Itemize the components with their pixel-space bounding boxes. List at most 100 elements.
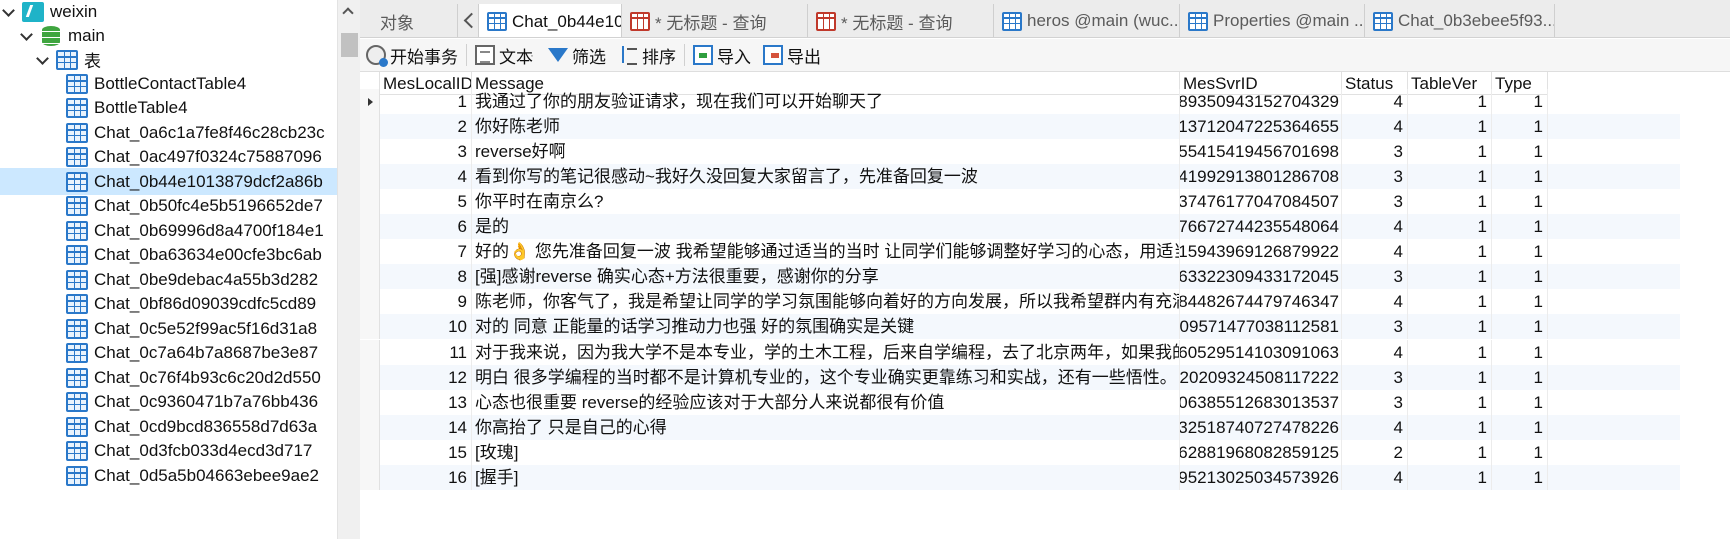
cell-status[interactable]: 2 — [1342, 439, 1408, 465]
cell-type[interactable]: 1 — [1492, 89, 1548, 114]
begin-transaction-button[interactable]: 开始事务 — [360, 40, 464, 70]
tree-item-table[interactable]: Chat_0b44e1013879dcf2a86b — [0, 168, 337, 195]
cell-ver[interactable]: 1 — [1408, 214, 1492, 240]
cell-status[interactable]: 4 — [1342, 414, 1408, 440]
table-row[interactable]: 15 [玫瑰] 462881968082859125 2 1 1 — [360, 439, 1680, 465]
cell-status[interactable]: 4 — [1342, 464, 1408, 490]
row-indicator[interactable] — [360, 289, 380, 315]
cell-svr[interactable]: 220209324508117222 — [1180, 364, 1342, 390]
cell-status[interactable]: 3 — [1342, 164, 1408, 190]
tab-scroll-left-icon[interactable] — [458, 8, 480, 34]
table-row[interactable]: 2 你好陈老师 213712047225364655 4 1 1 — [360, 114, 1680, 140]
cell-type[interactable]: 1 — [1492, 164, 1548, 190]
cell-msg[interactable]: 心态也很重要 reverse的经验应该对于大部分人来说都很有价值 — [472, 389, 1180, 415]
cell-type[interactable]: 1 — [1492, 339, 1548, 365]
table-row[interactable]: 13 心态也很重要 reverse的经验应该对于大部分人来说都很有价值 506385… — [360, 389, 1680, 415]
cell-ver[interactable]: 1 — [1408, 139, 1492, 165]
cell-svr[interactable]: 309571477038112581 — [1180, 314, 1342, 340]
row-indicator[interactable] — [360, 164, 380, 190]
cell-type[interactable]: 1 — [1492, 464, 1548, 490]
cell-svr[interactable]: 213712047225364655 — [1180, 114, 1342, 140]
cell-svr[interactable]: 576672744235548064 — [1180, 214, 1342, 240]
sort-button[interactable]: 排序 — [612, 40, 682, 70]
tab-0[interactable]: 对象 — [360, 4, 458, 37]
cell-id[interactable]: 12 — [380, 364, 472, 390]
tree-item-table[interactable]: Chat_0c9360471b7a76bb436 — [0, 389, 337, 416]
table-row[interactable]: 10 对的 同意 正能量的话学习推动力也强 好的氛围确实是关键 3095714770… — [360, 314, 1680, 340]
table-row[interactable]: 12 明白 很多学编程的当时都不是计算机专业的，这个专业确实更靠练习和实战，还有一… — [360, 364, 1680, 390]
cell-type[interactable]: 1 — [1492, 314, 1548, 340]
cell-ver[interactable]: 1 — [1408, 364, 1492, 390]
row-indicator[interactable] — [360, 464, 380, 490]
current-row-arrow-icon[interactable] — [360, 89, 380, 114]
cell-msg[interactable]: 我通过了你的朋友验证请求，现在我们可以开始聊天了 — [472, 89, 1180, 114]
cell-msg[interactable]: 是的 — [472, 214, 1180, 240]
tree-item-table[interactable]: Chat_0c5e52f99ac5f16d31a8 — [0, 315, 337, 342]
cell-id[interactable]: 16 — [380, 464, 472, 490]
cell-ver[interactable]: 1 — [1408, 239, 1492, 265]
table-row[interactable]: 8 [强]感谢reverse 确实心态+方法很重要，感谢你的分享 763322309… — [360, 264, 1680, 290]
cell-type[interactable]: 1 — [1492, 364, 1548, 390]
cell-ver[interactable]: 1 — [1408, 414, 1492, 440]
cell-id[interactable]: 5 — [380, 189, 472, 215]
cell-svr[interactable]: 184482674479746347 — [1180, 289, 1342, 315]
cell-id[interactable]: 6 — [380, 214, 472, 240]
tree-item-table[interactable]: Chat_0d5a5b04663ebee9ae2 — [0, 462, 337, 489]
cell-id[interactable]: 7 — [380, 239, 472, 265]
cell-type[interactable]: 1 — [1492, 389, 1548, 415]
cell-id[interactable]: 9 — [380, 289, 472, 315]
cell-ver[interactable]: 1 — [1408, 439, 1492, 465]
cell-svr[interactable]: 515943969126879922 — [1180, 239, 1342, 265]
row-indicator[interactable] — [360, 439, 380, 465]
cell-status[interactable]: 3 — [1342, 264, 1408, 290]
table-row[interactable]: 9 陈老师，你客气了，我是希望让同学的学习氛围能够向着好的方向发展，所以我希望群内… — [360, 289, 1680, 315]
cell-type[interactable]: 1 — [1492, 189, 1548, 215]
table-row[interactable]: 3 reverse好啊 355415419456701698 3 1 1 — [360, 139, 1680, 165]
cell-msg[interactable]: 好的👌 您先准备回复一波 我希望能够通过适当的当时 让同学们能够调整好学习的心态… — [472, 239, 1180, 265]
table-row[interactable]: 14 你高抬了 只是自己的心得 932518740727478226 4 1 1 — [360, 414, 1680, 440]
filter-button[interactable]: 筛选 — [542, 40, 612, 70]
row-indicator[interactable] — [360, 239, 380, 265]
row-indicator[interactable] — [360, 139, 380, 165]
cell-id[interactable]: 13 — [380, 389, 472, 415]
cell-ver[interactable]: 1 — [1408, 389, 1492, 415]
tab-3[interactable]: * 无标题 - 查询 — [808, 4, 994, 37]
tree-item-table[interactable]: Chat_0bf86d09039cdfc5cd89 — [0, 291, 337, 318]
cell-msg[interactable]: 对于我来说，因为我大学不是本专业，学的土木工程，后来自学编程，去了北京两年，如果… — [472, 339, 1180, 365]
cell-id[interactable]: 3 — [380, 139, 472, 165]
row-indicator[interactable] — [360, 189, 380, 215]
cell-id[interactable]: 4 — [380, 164, 472, 190]
table-row[interactable]: 5 你平时在南京么? 237476177047084507 3 1 1 — [360, 189, 1680, 215]
tab-1[interactable]: Chat_0b44e10138... — [478, 4, 622, 37]
cell-svr[interactable]: 932518740727478226 — [1180, 414, 1342, 440]
cell-status[interactable]: 4 — [1342, 339, 1408, 365]
cell-status[interactable]: 3 — [1342, 364, 1408, 390]
cell-id[interactable]: 2 — [380, 114, 472, 140]
cell-msg[interactable]: 对的 同意 正能量的话学习推动力也强 好的氛围确实是关键 — [472, 314, 1180, 340]
cell-msg[interactable]: 你平时在南京么? — [472, 189, 1180, 215]
tree-item-table[interactable]: BottleTable4 — [0, 95, 337, 122]
table-row[interactable]: 4 看到你写的笔记很感动~我好久没回复大家留言了，先准备回复一波 241992913… — [360, 164, 1680, 190]
cell-svr[interactable]: 195213025034573926 — [1180, 464, 1342, 490]
cell-msg[interactable]: 明白 很多学编程的当时都不是计算机专业的，这个专业确实更靠练习和实战，还有一些悟… — [472, 364, 1180, 390]
cell-status[interactable]: 3 — [1342, 139, 1408, 165]
tab-6[interactable]: Chat_0b3ebee5f93... — [1365, 4, 1555, 37]
tree-item-table[interactable]: BottleContactTable4 — [0, 70, 337, 97]
cell-id[interactable]: 8 — [380, 264, 472, 290]
cell-msg[interactable]: [玫瑰] — [472, 439, 1180, 465]
cell-type[interactable]: 1 — [1492, 414, 1548, 440]
cell-type[interactable]: 1 — [1492, 139, 1548, 165]
cell-status[interactable]: 3 — [1342, 314, 1408, 340]
tree-item-tables-folder[interactable]: 表 — [0, 46, 337, 73]
cell-type[interactable]: 1 — [1492, 439, 1548, 465]
cell-ver[interactable]: 1 — [1408, 164, 1492, 190]
cell-status[interactable]: 4 — [1342, 289, 1408, 315]
cell-type[interactable]: 1 — [1492, 114, 1548, 140]
row-indicator[interactable] — [360, 264, 380, 290]
cell-type[interactable]: 1 — [1492, 264, 1548, 290]
cell-msg[interactable]: 看到你写的笔记很感动~我好久没回复大家留言了，先准备回复一波 — [472, 164, 1180, 190]
tree-item-table[interactable]: Chat_0d3fcb033d4ecd3d717 — [0, 438, 337, 465]
table-row[interactable]: 1 我通过了你的朋友验证请求，现在我们可以开始聊天了 989350943152704… — [360, 89, 1680, 114]
cell-svr[interactable]: 989350943152704329 — [1180, 89, 1342, 114]
tree-item-table[interactable]: Chat_0c7a64b7a8687be3e87 — [0, 340, 337, 367]
